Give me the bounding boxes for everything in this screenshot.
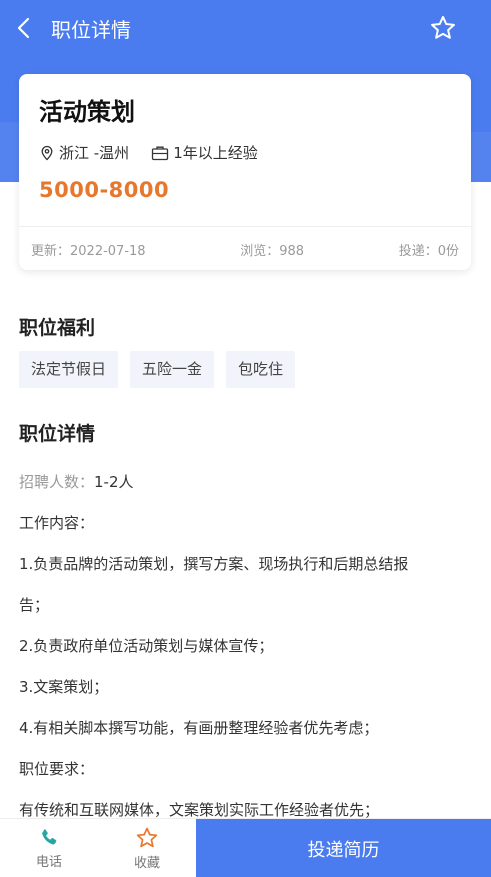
view-count: 浏览：988 bbox=[240, 244, 305, 259]
job-description: 招聘人数：1-2人 工作内容： 1.负责品牌的活动策划，撰写方案、现场执行和后期… bbox=[19, 462, 474, 831]
description-line: 2.负责政府单位活动策划与媒体宣传； bbox=[19, 637, 274, 655]
star-outline-icon bbox=[136, 827, 158, 848]
description-line: 告； bbox=[19, 596, 50, 614]
benefit-tag: 五险一金 bbox=[130, 351, 215, 388]
description-line: 3.文案策划； bbox=[19, 678, 109, 696]
application-count: 投递：0份 bbox=[398, 244, 459, 259]
phone-label: 电话 bbox=[35, 855, 62, 870]
phone-button[interactable]: 电话 bbox=[0, 819, 98, 877]
job-summary-card: 活动策划 浙江 -温州 1年以上经验 5000-8000 更新：2022-07-… bbox=[19, 74, 471, 270]
details-title: 职位详情 bbox=[19, 423, 96, 445]
bottom-action-bar: 电话 收藏 投递简历 bbox=[0, 818, 491, 877]
job-meta: 浙江 -温州 1年以上经验 bbox=[39, 142, 258, 163]
experience-text: 1年以上经验 bbox=[173, 144, 258, 162]
updated-date: 更新：2022-07-18 bbox=[31, 244, 146, 259]
apply-resume-button[interactable]: 投递简历 bbox=[196, 819, 491, 877]
star-outline-icon bbox=[431, 15, 455, 39]
experience-item: 1年以上经验 bbox=[151, 142, 258, 163]
favorite-action-button[interactable]: 收藏 bbox=[98, 819, 196, 877]
favorite-label: 收藏 bbox=[133, 856, 160, 871]
description-line: 职位要求： bbox=[19, 760, 95, 778]
headcount-value: 1-2人 bbox=[94, 473, 134, 491]
favorite-button[interactable] bbox=[429, 14, 457, 42]
location-item: 浙江 -温州 bbox=[39, 142, 129, 163]
navbar: 职位详情 bbox=[0, 0, 491, 56]
benefit-tag: 法定节假日 bbox=[19, 351, 119, 388]
briefcase-icon bbox=[152, 146, 169, 160]
phone-icon bbox=[42, 829, 57, 845]
description-line: 工作内容： bbox=[19, 514, 95, 532]
benefit-tag: 包吃住 bbox=[226, 351, 296, 388]
headcount-label: 招聘人数： bbox=[19, 473, 95, 491]
benefit-tags: 法定节假日 五险一金 包吃住 bbox=[19, 351, 296, 388]
description-line: 1.负责品牌的活动策划，撰写方案、现场执行和后期总结报 bbox=[19, 555, 409, 573]
salary: 5000-8000 bbox=[39, 178, 170, 202]
description-line: 4.有相关脚本撰写功能，有画册整理经验者优先考虑； bbox=[19, 719, 379, 737]
page-title: 职位详情 bbox=[51, 18, 131, 42]
chevron-left-icon bbox=[17, 17, 30, 39]
location-text: 浙江 -温州 bbox=[59, 144, 130, 162]
divider bbox=[19, 226, 471, 227]
benefits-title: 职位福利 bbox=[19, 317, 96, 339]
job-title: 活动策划 bbox=[39, 98, 135, 126]
back-button[interactable] bbox=[8, 12, 40, 44]
job-stats: 更新：2022-07-18 浏览：988 投递：0份 bbox=[31, 240, 459, 259]
headcount-line: 招聘人数：1-2人 bbox=[19, 462, 474, 503]
location-pin-icon bbox=[41, 145, 53, 160]
